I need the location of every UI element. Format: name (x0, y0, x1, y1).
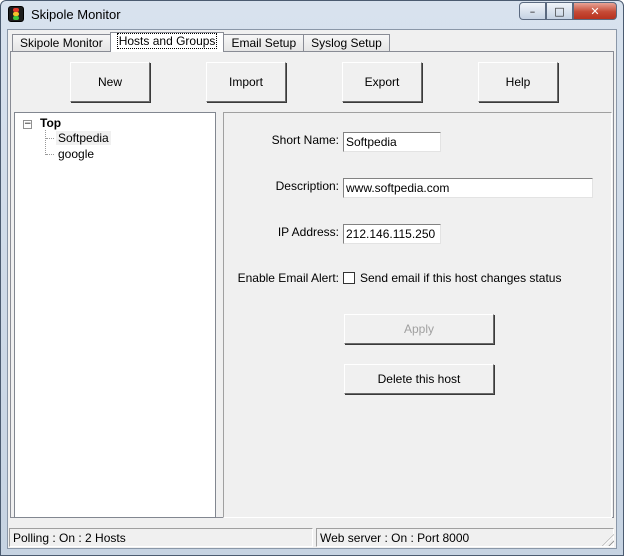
tree-item-top[interactable]: Top (40, 116, 61, 130)
email-alert-label: Enable Email Alert: (237, 271, 339, 285)
tree-connector (45, 130, 46, 155)
close-button[interactable]: ✕ (573, 2, 617, 20)
tree-item-google[interactable]: google (58, 147, 94, 161)
green-light (13, 16, 19, 20)
email-alert-checkbox[interactable] (343, 272, 355, 284)
help-button[interactable]: Help (478, 62, 558, 102)
tab-label: Syslog Setup (311, 36, 382, 50)
client-area: Skipole Monitor Hosts and Groups Email S… (7, 29, 617, 549)
tree-item-softpedia[interactable]: Softpedia (56, 131, 111, 145)
host-tree[interactable]: − Top Softpedia google (14, 112, 216, 518)
traffic-light-icon (8, 6, 24, 22)
window-controls: – □ ✕ (519, 2, 617, 20)
tab-email-setup[interactable]: Email Setup (223, 34, 305, 52)
polling-status: Polling : On : 2 Hosts (9, 528, 313, 547)
ip-address-field[interactable]: 212.146.115.250 (343, 224, 441, 244)
window-title: Skipole Monitor (31, 7, 121, 22)
tab-label: Hosts and Groups (116, 33, 218, 49)
apply-button[interactable]: Apply (344, 314, 494, 344)
short-name-label: Short Name: (271, 133, 339, 147)
new-button[interactable]: New (70, 62, 150, 102)
minimize-button[interactable]: – (519, 2, 546, 20)
web-server-status: Web server : On : Port 8000 (316, 528, 614, 547)
collapse-icon[interactable]: − (23, 120, 32, 129)
tab-hosts-and-groups[interactable]: Hosts and Groups (109, 32, 225, 52)
description-field[interactable]: www.softpedia.com (343, 178, 593, 198)
short-name-field[interactable]: Softpedia (343, 132, 441, 152)
tab-label: Skipole Monitor (20, 36, 103, 50)
status-bar: Polling : On : 2 Hosts Web server : On :… (8, 526, 616, 548)
delete-host-button[interactable]: Delete this host (344, 364, 494, 394)
hosts-and-groups-panel: New Import Export Help − Top Softpedia g… (10, 51, 614, 518)
maximize-button[interactable]: □ (546, 2, 573, 20)
tab-strip: Skipole Monitor Hosts and Groups Email S… (12, 32, 390, 52)
import-button[interactable]: Import (206, 62, 286, 102)
description-label: Description: (275, 179, 339, 193)
tab-skipole-monitor[interactable]: Skipole Monitor (12, 34, 111, 52)
tab-label: Email Setup (231, 36, 297, 50)
app-window: Skipole Monitor – □ ✕ Skipole Monitor Ho… (0, 0, 624, 556)
tree-connector (46, 154, 54, 155)
ip-address-label: IP Address: (277, 225, 339, 239)
title-bar[interactable]: Skipole Monitor – □ ✕ (1, 1, 623, 29)
email-alert-checkbox-label[interactable]: Send email if this host changes status (360, 271, 561, 285)
host-details-pane: Short Name: Softpedia Description: www.s… (223, 112, 612, 518)
tree-connector (46, 138, 54, 139)
export-button[interactable]: Export (342, 62, 422, 102)
tab-syslog-setup[interactable]: Syslog Setup (303, 34, 390, 52)
